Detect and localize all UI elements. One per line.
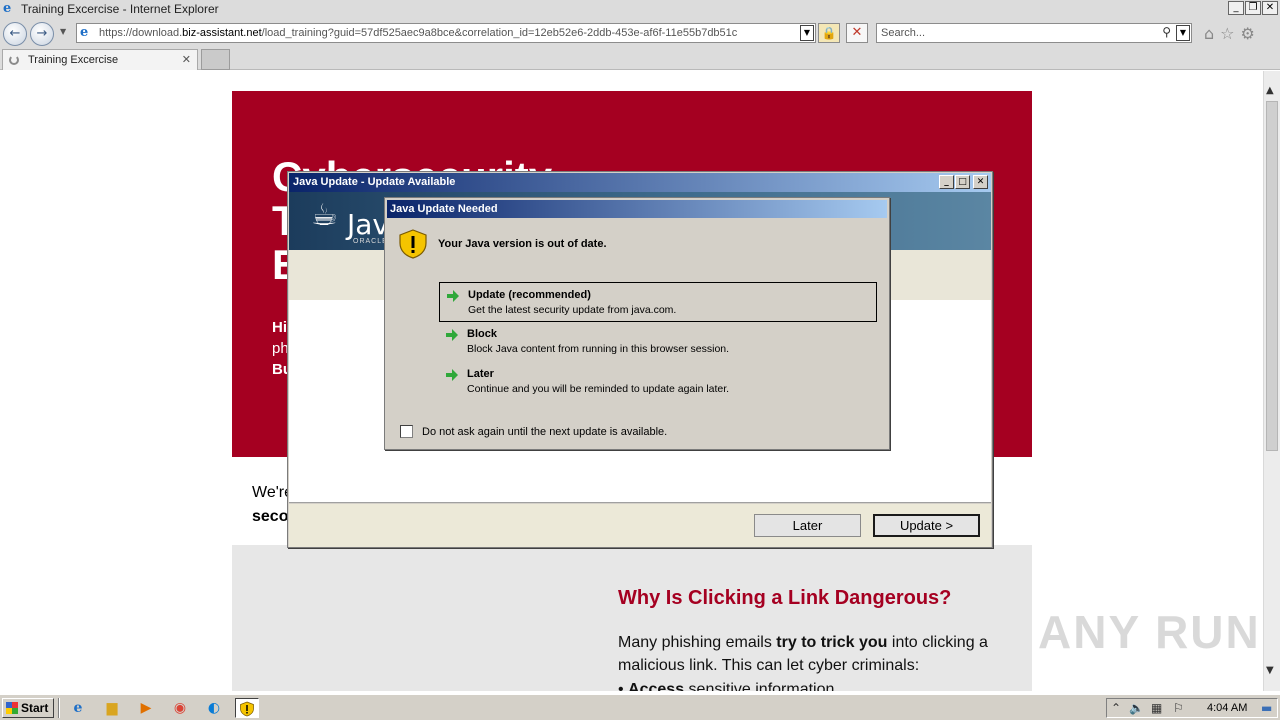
window-title: Training Excercise - Internet Explorer xyxy=(21,2,219,16)
search-dropdown-icon[interactable]: ▼ xyxy=(1176,25,1190,41)
taskbar-separator xyxy=(58,698,60,718)
java-cup-icon: ☕ xyxy=(311,198,338,233)
green-arrow-icon xyxy=(446,369,458,381)
do-not-ask-label[interactable]: Do not ask again until the next update i… xyxy=(422,426,667,438)
chrome-taskbar-icon[interactable]: ◉ xyxy=(168,698,192,718)
later-button[interactable]: Later xyxy=(754,514,861,537)
info-section: Why Is Clicking a Link Dangerous? Many p… xyxy=(232,545,1032,691)
search-input[interactable] xyxy=(877,24,1147,42)
tray-expand-icon[interactable]: ⌃ xyxy=(1111,701,1121,715)
start-button[interactable]: Start xyxy=(2,698,54,718)
scroll-thumb[interactable] xyxy=(1266,101,1278,451)
taskbar: Start e ▆ ▶ ◉ ◐ ⌃ 🔈 ▦ ⚐ 4:04 AM ▬ xyxy=(0,694,1280,720)
green-arrow-icon xyxy=(447,290,459,302)
green-arrow-icon xyxy=(446,329,458,341)
home-icon[interactable]: ⌂ xyxy=(1204,24,1214,43)
page-favicon-icon: e xyxy=(80,25,89,40)
section-bullet: • Access sensitive information xyxy=(618,681,835,691)
show-desktop-icon[interactable]: ▬ xyxy=(1261,701,1272,715)
ie-taskbar-icon[interactable]: e xyxy=(66,698,90,718)
option-update-recommended[interactable]: Update (recommended) Get the latest secu… xyxy=(439,282,877,322)
vertical-scrollbar[interactable]: ▲ ▼ xyxy=(1263,71,1280,691)
java-minimize-icon[interactable]: _ xyxy=(939,175,954,189)
folder-taskbar-icon[interactable]: ▆ xyxy=(100,698,124,718)
back-arrow-icon[interactable]: ← xyxy=(3,22,27,46)
edge-taskbar-icon[interactable]: ◐ xyxy=(202,698,226,718)
address-bar[interactable]: e https://download.biz-assistant.net/loa… xyxy=(76,23,816,43)
lock-icon[interactable]: 🔒 xyxy=(818,23,840,43)
forward-arrow-icon[interactable]: → xyxy=(30,22,54,46)
section-heading: Why Is Clicking a Link Dangerous? xyxy=(618,587,952,609)
close-icon[interactable]: ✕ xyxy=(1262,1,1278,15)
new-tab-button[interactable] xyxy=(201,49,230,70)
warning-shield-icon xyxy=(240,701,254,717)
update-button[interactable]: Update > xyxy=(873,514,980,537)
scroll-down-icon[interactable]: ▼ xyxy=(1266,665,1274,676)
tab-label: Training Excercise xyxy=(28,54,119,66)
tab-close-icon[interactable]: ✕ xyxy=(182,53,191,66)
clock[interactable]: 4:04 AM xyxy=(1207,702,1247,714)
dialog-titlebar[interactable]: Java Update Needed xyxy=(387,200,887,218)
action-center-flag-icon[interactable]: ⚐ xyxy=(1173,701,1184,715)
browser-titlebar: e Training Excercise - Internet Explorer… xyxy=(0,0,1280,18)
url-domain: biz-assistant.net xyxy=(182,27,262,39)
windows-flag-icon xyxy=(6,702,18,714)
scroll-up-icon[interactable]: ▲ xyxy=(1266,85,1274,96)
java-window-titlebar[interactable]: Java Update - Update Available _ □ ✕ xyxy=(289,173,991,192)
tab-strip: Training Excercise ✕ xyxy=(0,48,1280,70)
history-dropdown-icon[interactable]: ▼ xyxy=(60,27,66,36)
anyrun-watermark: ANY RUN xyxy=(1038,606,1261,658)
stop-icon[interactable]: ✕ xyxy=(846,23,868,43)
restore-icon[interactable]: ❐ xyxy=(1245,1,1261,15)
option-later[interactable]: Later Continue and you will be reminded … xyxy=(439,362,877,402)
minimize-icon[interactable]: _ xyxy=(1228,1,1244,15)
favorites-star-icon[interactable]: ☆ xyxy=(1220,24,1234,43)
section-body: Many phishing emails try to trick you in… xyxy=(618,634,988,674)
search-icon[interactable]: ⚲ xyxy=(1162,25,1171,39)
java-maximize-icon[interactable]: □ xyxy=(955,175,970,189)
search-box[interactable]: ⚲ ▼ xyxy=(876,23,1192,43)
gear-icon[interactable]: ⚙ xyxy=(1241,24,1255,43)
address-dropdown-icon[interactable]: ▼ xyxy=(800,25,814,41)
browser-toolbar: ← → ▼ e https://download.biz-assistant.n… xyxy=(0,18,1280,48)
network-icon[interactable]: ▦ xyxy=(1151,701,1162,715)
option-block[interactable]: Block Block Java content from running in… xyxy=(439,322,877,362)
java-close-icon[interactable]: ✕ xyxy=(973,175,988,189)
do-not-ask-checkbox[interactable] xyxy=(400,425,413,438)
java-update-needed-dialog: Java Update Needed Your Java version is … xyxy=(384,197,890,450)
java-warning-taskbar-button[interactable] xyxy=(235,698,259,718)
ie-logo-icon: e xyxy=(3,1,12,16)
url-text[interactable]: https://download.biz-assistant.net/load_… xyxy=(99,27,737,39)
oracle-logo-text: ORACLE xyxy=(353,238,388,245)
warning-shield-icon xyxy=(399,229,427,259)
window-controls: _ ❐ ✕ xyxy=(1228,1,1278,15)
tab-training-excercise[interactable]: Training Excercise ✕ xyxy=(2,49,198,70)
loading-spinner-icon xyxy=(9,55,19,65)
dialog-message: Your Java version is out of date. xyxy=(438,238,607,250)
media-player-taskbar-icon[interactable]: ▶ xyxy=(134,698,158,718)
volume-icon[interactable]: 🔈 xyxy=(1129,701,1144,715)
toolbar-right-icons: ⌂ ☆ ⚙ xyxy=(1204,24,1255,43)
system-tray: ⌃ 🔈 ▦ ⚐ 4:04 AM ▬ xyxy=(1106,698,1278,718)
